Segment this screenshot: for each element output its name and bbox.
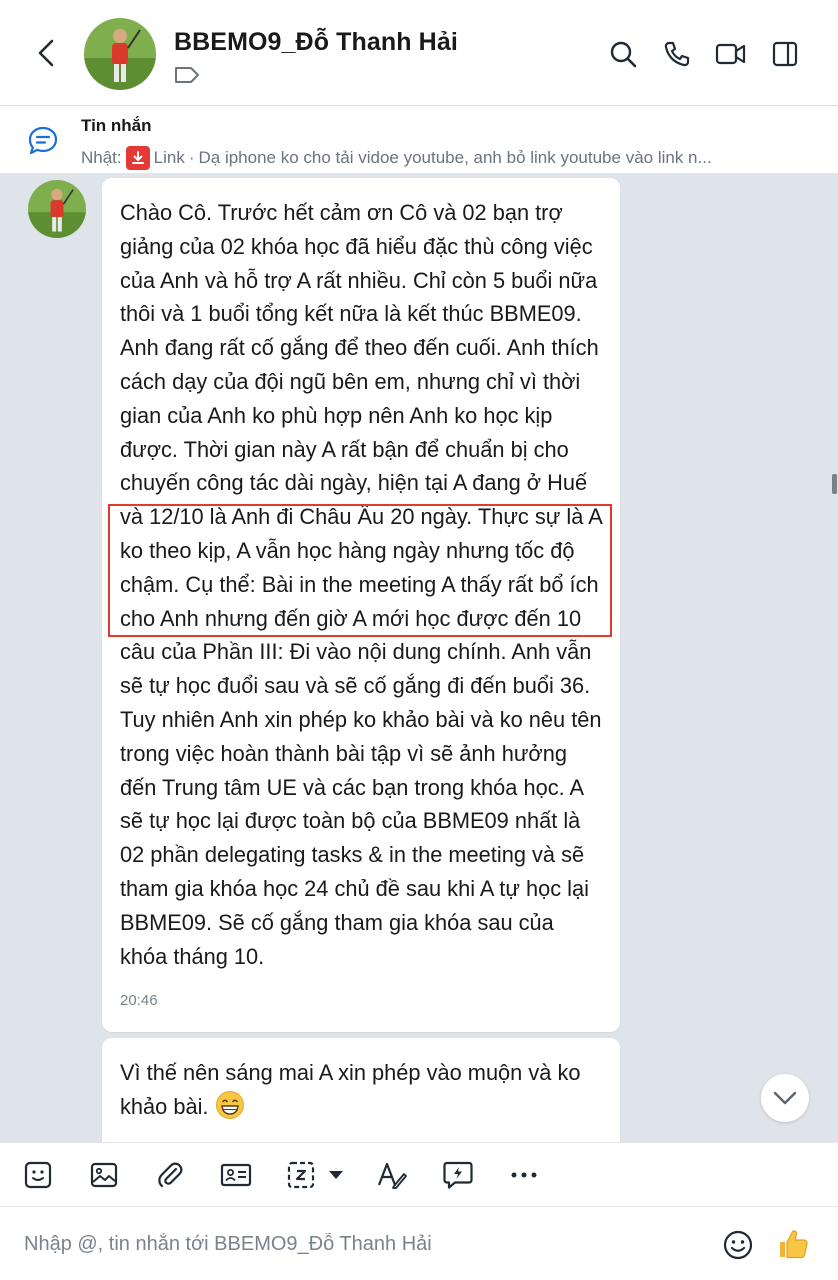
search-button[interactable] [603,34,643,74]
contact-card-button[interactable] [218,1157,254,1193]
quick-message-icon [443,1161,473,1189]
video-call-button[interactable] [711,34,751,74]
phone-icon [664,41,690,67]
more-icon [511,1172,537,1178]
thumbs-up-icon [780,1230,808,1259]
message-input[interactable] [24,1227,704,1261]
message-bubble[interactable]: Vì thế nên sáng mai A xin phép vào muộn … [102,1038,620,1142]
screenshot-button[interactable] [284,1157,320,1193]
message-composer [0,1206,838,1280]
video-call-icon [715,43,746,65]
sender-avatar[interactable] [28,180,86,238]
screenshot-options-button[interactable] [322,1157,350,1193]
highlight-annotation [108,504,612,637]
message-list[interactable]: Chào Cô. Trước hết cảm ơn Cô và 02 bạn t… [0,174,838,1142]
contact-card-icon [220,1163,252,1187]
smiley-icon [723,1230,753,1260]
message-text-content: Vì thế nên sáng mai A xin phép vào muộn … [120,1060,581,1119]
scroll-to-bottom-button[interactable] [761,1074,809,1122]
quick-like-button[interactable] [776,1227,810,1266]
screenshot-icon [287,1161,315,1189]
chat-title[interactable]: BBEMO9_Đỗ Thanh Hải [174,28,458,57]
attachment-icon [158,1162,183,1188]
message-timestamp: 20:46 [120,992,158,1009]
voice-call-button[interactable] [657,34,697,74]
composer-toolbar [0,1142,838,1206]
pinned-link-label: Link [153,148,185,167]
search-icon [610,41,637,68]
quick-message-button[interactable] [440,1157,476,1193]
grinning-face-emoji [215,1090,244,1119]
contact-avatar[interactable] [84,18,156,90]
sticker-icon [24,1161,52,1189]
dropdown-caret-icon [329,1171,343,1179]
message-text: Vì thế nên sáng mai A xin phép vào muộn … [120,1056,604,1124]
chat-header: BBEMO9_Đỗ Thanh Hải [0,0,838,106]
pinned-preview: Nhật: Link · Dạ iphone ko cho tải vidoe … [81,146,712,170]
image-icon [90,1162,118,1188]
sidebar-panel-icon [772,41,798,67]
back-arrow-icon [38,39,54,67]
more-options-button[interactable] [506,1157,542,1193]
text-format-icon [377,1162,407,1189]
emoji-button[interactable] [722,1229,754,1266]
chat-bubble-icon [26,124,60,163]
tag-icon[interactable] [174,66,200,89]
pinned-separator: · [188,148,195,167]
toggle-sidebar-button[interactable] [765,34,805,74]
text-format-button[interactable] [374,1157,410,1193]
pinned-message-bar[interactable]: Tin nhắn Nhật: Link · Dạ iphone ko cho t… [0,106,838,174]
pinned-title: Tin nhắn [81,116,152,135]
image-button[interactable] [86,1157,122,1193]
sticker-button[interactable] [20,1157,56,1193]
scrollbar[interactable] [832,474,837,494]
back-button[interactable] [26,30,66,76]
download-file-icon [125,146,150,170]
pinned-preview-text: Dạ iphone ko cho tải vidoe youtube, anh … [198,148,712,167]
pinned-sender: Nhật: [81,148,122,167]
chevron-down-icon [773,1091,797,1105]
attach-file-button[interactable] [152,1157,188,1193]
